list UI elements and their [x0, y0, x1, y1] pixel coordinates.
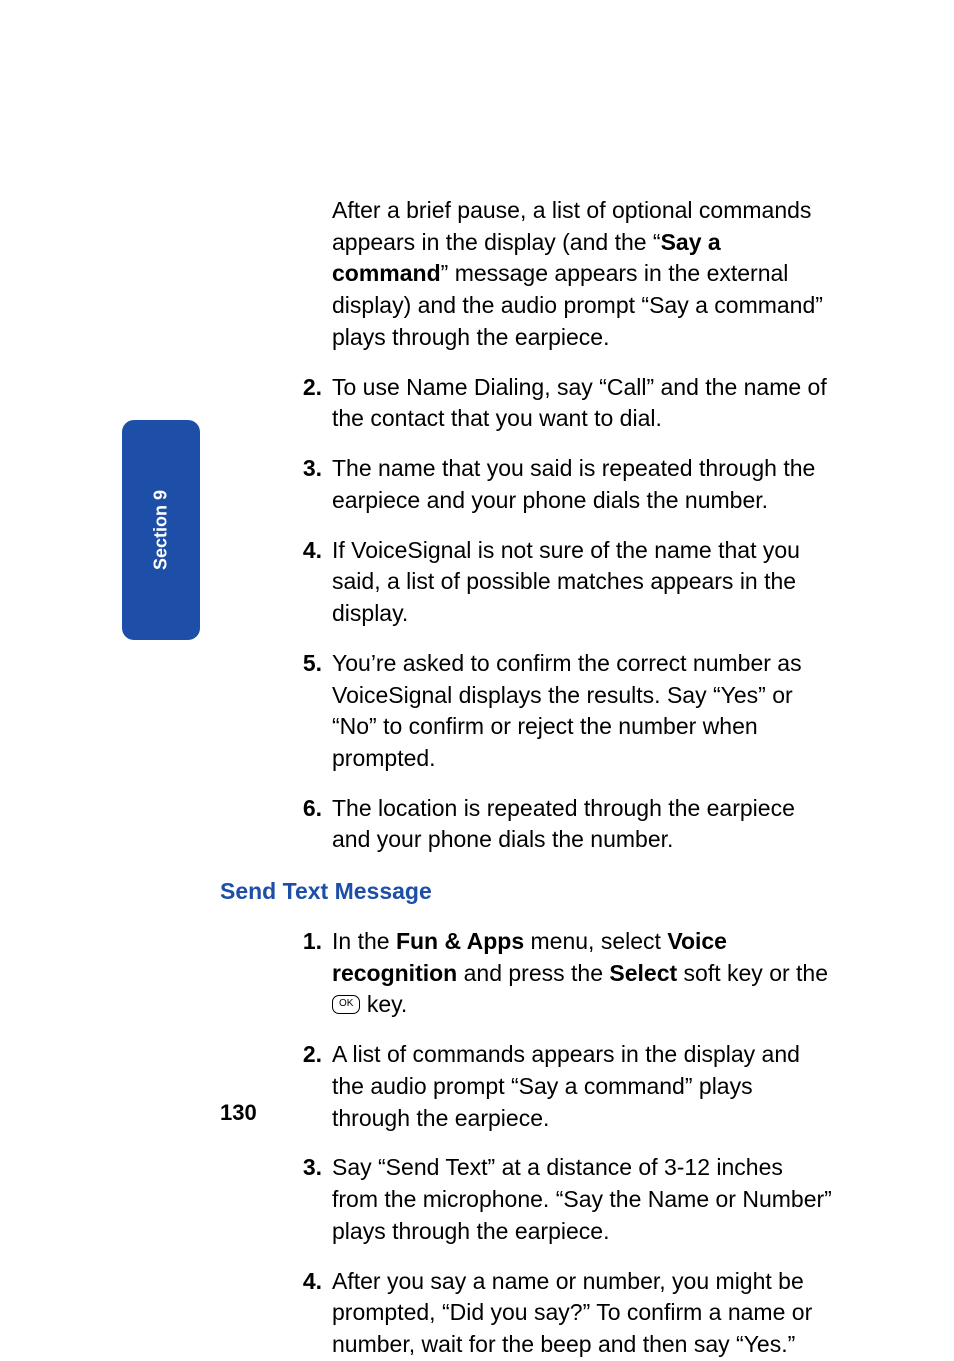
list-item: 2. A list of commands appears in the dis… [298, 1039, 834, 1134]
list-text: After you say a name or number, you migh… [332, 1266, 834, 1361]
list-text: To use Name Dialing, say “Call” and the … [332, 372, 834, 435]
page-content: After a brief pause, a list of optional … [0, 0, 954, 1319]
list-number: 2. [298, 1039, 332, 1134]
list-item: 3. The name that you said is repeated th… [298, 453, 834, 516]
intro-paragraph: After a brief pause, a list of optional … [332, 195, 834, 354]
list-item: 4. If VoiceSignal is not sure of the nam… [298, 535, 834, 630]
list-number: 1. [298, 926, 332, 1021]
list-text: You’re asked to confirm the correct numb… [332, 648, 834, 775]
text-fragment: soft key or the [677, 960, 828, 986]
list-number: 3. [298, 1152, 332, 1247]
list-number: 4. [298, 535, 332, 630]
list-text: The location is repeated through the ear… [332, 793, 834, 856]
list-number: 3. [298, 453, 332, 516]
list-number: 4. [298, 1266, 332, 1361]
ok-key-icon: OK [332, 995, 360, 1014]
list-text: The name that you said is repeated throu… [332, 453, 834, 516]
list-item: 2. To use Name Dialing, say “Call” and t… [298, 372, 834, 435]
list-number: 5. [298, 648, 332, 775]
bold-fragment: Select [609, 960, 677, 986]
text-fragment: In the [332, 928, 396, 954]
bold-fragment: Fun & Apps [396, 928, 524, 954]
list-item: 5. You’re asked to confirm the correct n… [298, 648, 834, 775]
list-text: If VoiceSignal is not sure of the name t… [332, 535, 834, 630]
list-item: 1. In the Fun & Apps menu, select Voice … [298, 926, 834, 1021]
text-fragment: key. [360, 991, 407, 1017]
list-number: 6. [298, 793, 332, 856]
list-item: 6. The location is repeated through the … [298, 793, 834, 856]
text-fragment: menu, select [524, 928, 667, 954]
list-item: 4. After you say a name or number, you m… [298, 1266, 834, 1361]
intro-text-pre: After a brief pause, a list of optional … [332, 197, 811, 255]
list-number: 2. [298, 372, 332, 435]
list-text: A list of commands appears in the displa… [332, 1039, 834, 1134]
page-number: 130 [220, 1100, 257, 1126]
list-text: Say “Send Text” at a distance of 3-12 in… [332, 1152, 834, 1247]
list-text: In the Fun & Apps menu, select Voice rec… [332, 926, 834, 1021]
text-fragment: and press the [457, 960, 609, 986]
list-item: 3. Say “Send Text” at a distance of 3-12… [298, 1152, 834, 1247]
section-heading: Send Text Message [220, 876, 834, 908]
